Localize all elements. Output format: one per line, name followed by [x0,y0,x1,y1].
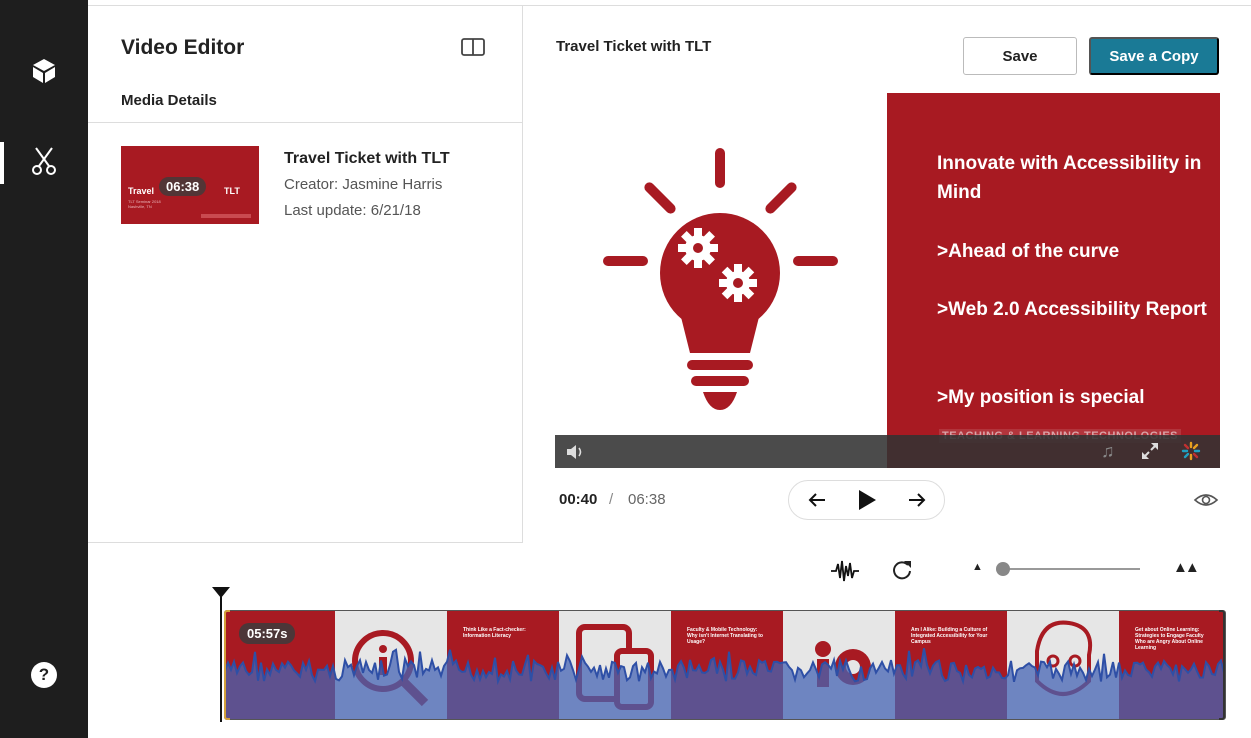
panel-layout-toggle-icon[interactable] [460,36,486,58]
video-editor-app: ? Video Editor Media Details Travel TLT … [0,0,1251,738]
thumbnail-title-left: Travel [128,186,155,196]
refresh-icon[interactable] [890,558,914,582]
playback-controls [788,480,945,520]
zoom-out-icon[interactable]: ▲ [972,561,983,573]
slide-line-3: >Web 2.0 Accessibility Report [937,299,1207,320]
media-creator: Creator: Jasmine Harris [284,176,443,193]
save-copy-button[interactable]: Save a Copy [1089,37,1219,75]
waveform-toggle-icon[interactable] [830,558,860,584]
media-thumbnail[interactable]: Travel TLT TLT Seminar 2018 Nashville, T… [121,146,259,224]
thumbnail-duration-badge: 06:38 [159,177,207,196]
timeline-position-badge: 05:57s [239,623,296,644]
media-library-button[interactable] [0,48,88,98]
side-rail: ? [0,0,88,738]
time-separator: / [609,491,614,508]
thumbnail-title-right: TLT [224,186,240,196]
slide-panel: Innovate with Accessibility in Mind >Ahe… [887,93,1220,468]
player-control-bar: ♫ [555,435,1220,468]
zoom-in-icon[interactable]: ▲▲ [1173,559,1200,576]
audio-waveform [225,648,1225,719]
waveform-fill [225,648,1225,719]
video-editor-tool-button[interactable] [0,138,88,188]
zoom-slider-handle[interactable] [995,562,1010,576]
slide-line-1: Innovate with Accessibility in Mind [937,153,1202,203]
save-button[interactable]: Save [963,37,1077,75]
trim-start-handle[interactable] [224,610,230,720]
help-icon: ? [31,662,57,688]
step-back-button[interactable] [797,481,837,519]
current-time: 00:40 [559,491,598,508]
zoom-slider[interactable] [1000,568,1140,570]
panel-title: Video Editor [121,36,245,59]
step-forward-button[interactable] [897,481,937,519]
media-last-update: Last update: 6/21/18 [284,202,421,219]
thumbnail-footer-bar [201,214,251,218]
media-details-heading: Media Details [121,92,217,109]
total-time: 06:38 [628,491,666,508]
help-button[interactable]: ? [0,650,88,700]
play-icon [859,490,876,510]
video-player[interactable]: Innovate with Accessibility in Mind >Ahe… [555,93,1220,468]
preview-eye-icon[interactable] [1193,490,1219,510]
scissors-icon [31,146,57,181]
video-title: Travel Ticket with TLT [556,38,712,55]
lightbulb-gears-icon [603,148,838,410]
player-logo-icon[interactable] [1181,441,1201,461]
audio-track-icon[interactable]: ♫ [1101,441,1115,462]
slide-line-4: >My position is special [937,387,1145,408]
thumbnail-subtitle: TLT Seminar 2018 Nashville, TN [128,199,161,209]
media-details-panel: Video Editor Media Details Travel TLT TL… [88,6,523,543]
play-button[interactable] [847,481,887,519]
timeline-strip[interactable]: Think Like a Fact-checker: Information L… [224,610,1226,720]
fullscreen-icon[interactable] [1140,441,1160,461]
playhead-line[interactable] [220,596,222,722]
volume-icon[interactable] [565,443,587,461]
trim-end-handle[interactable] [1219,610,1225,720]
arrow-left-icon [808,493,825,507]
divider [88,122,522,123]
cube-icon [32,58,56,89]
arrow-right-icon [909,493,926,507]
slide-line-2: >Ahead of the curve [937,241,1120,262]
media-name: Travel Ticket with TLT [284,150,450,167]
